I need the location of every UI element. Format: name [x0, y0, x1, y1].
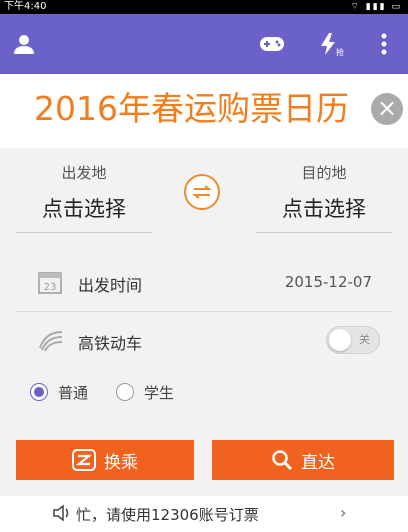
high-speed-label: 高铁动车: [78, 334, 143, 353]
transfer-icon: [72, 449, 96, 471]
notice-bar[interactable]: 忙，请使用12306账号订票 ›: [0, 496, 408, 532]
divider: [16, 311, 392, 312]
calendar-day: 23: [44, 282, 57, 293]
direct-button[interactable]: 直达: [212, 440, 394, 480]
departure-select[interactable]: 点击选择: [16, 194, 152, 233]
transfer-label: 换乘: [104, 452, 138, 473]
notice-text: 忙，请使用12306账号订票: [76, 506, 259, 524]
radio-student-indicator[interactable]: [116, 383, 134, 401]
flash-grab-icon[interactable]: 抢: [314, 30, 344, 58]
train-icon: [38, 328, 64, 354]
toggle-state-text: 关: [359, 333, 370, 346]
radio-student-label: 学生: [144, 383, 175, 402]
direct-label: 直达: [301, 452, 335, 473]
toggle-knob: [329, 329, 351, 351]
departure-label: 出发地: [61, 164, 107, 182]
user-icon[interactable]: [10, 30, 38, 58]
departure-station[interactable]: 出发地 点击选择: [16, 162, 152, 233]
chevron-right-icon[interactable]: ›: [340, 503, 346, 522]
gamepad-icon[interactable]: [258, 30, 286, 58]
radio-normal-label: 普通: [58, 383, 89, 402]
speaker-icon: [52, 504, 72, 526]
arrival-label: 目的地: [301, 164, 347, 182]
more-vert-icon[interactable]: [370, 30, 398, 58]
date-value[interactable]: 2015-12-07: [285, 273, 372, 291]
search-icon: [271, 449, 293, 471]
swap-stations-button[interactable]: [184, 174, 220, 210]
transfer-button[interactable]: 换乘: [16, 440, 194, 480]
banner-title: 2016年春运购票日历: [34, 89, 349, 128]
status-icons: ⌔ ▮▮▮ ▭: [350, 2, 402, 12]
app-bar: 抢: [0, 14, 408, 74]
radio-normal-indicator[interactable]: [30, 383, 48, 401]
close-icon[interactable]: ×: [371, 93, 403, 125]
radio-student[interactable]: 学生: [116, 380, 174, 404]
high-speed-row: 高铁动车 关: [0, 322, 408, 362]
arrival-select[interactable]: 点击选择: [256, 194, 392, 233]
promo-banner[interactable]: 2016年春运购票日历 ×: [0, 74, 408, 148]
status-time: 下午4:40: [4, 1, 47, 12]
departure-date-row[interactable]: 23 出发时间 2015-12-07: [0, 262, 408, 308]
radio-normal[interactable]: 普通: [30, 380, 88, 404]
flash-grab-label: 抢: [336, 48, 344, 57]
calendar-icon: 23: [38, 270, 62, 294]
date-label: 出发时间: [78, 276, 143, 295]
high-speed-toggle[interactable]: 关: [326, 326, 380, 354]
swap-icon: [192, 185, 212, 199]
status-bar: 下午4:40 ⌔ ▮▮▮ ▭: [0, 0, 408, 14]
arrival-station[interactable]: 目的地 点击选择: [256, 162, 392, 233]
